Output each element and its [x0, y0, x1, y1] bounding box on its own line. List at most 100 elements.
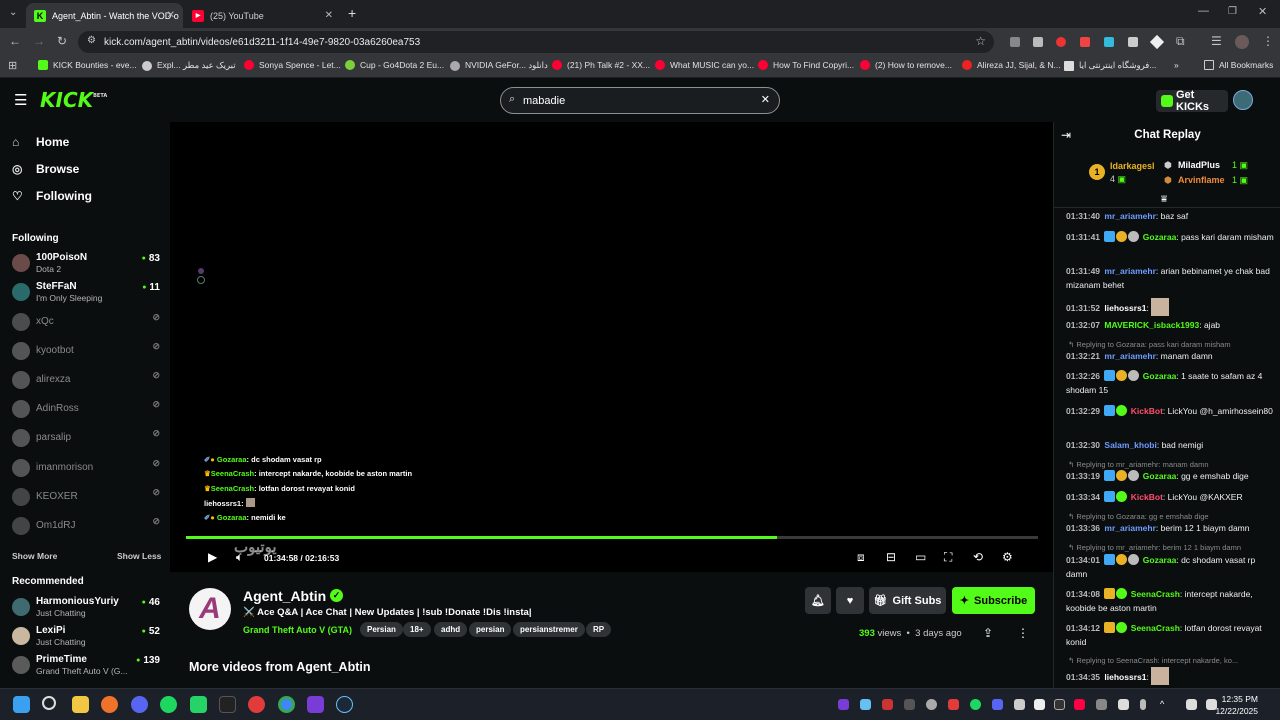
- subscribe-button[interactable]: ✦ Subscribe: [952, 587, 1035, 614]
- category-link[interactable]: Grand Theft Auto V (GTA): [243, 625, 352, 635]
- bookmark-item[interactable]: (21) Ph Talk #2 - XX...: [552, 60, 650, 70]
- apps-grid-icon[interactable]: ⊞: [8, 59, 17, 72]
- media-icon[interactable]: ☰: [1211, 34, 1222, 48]
- sidebar-channel[interactable]: kyootbot ⊘: [12, 340, 160, 364]
- tray-icon[interactable]: [992, 699, 1003, 710]
- video-player[interactable]: ✐● Gozaraa: dc shodam vasat rp ♛SeenaCra…: [170, 122, 1053, 572]
- gift-subs-button[interactable]: 🎁︎ Gift Subs: [869, 587, 946, 614]
- channel-name[interactable]: Agent_Abtin: [243, 588, 326, 604]
- new-tab-button[interactable]: +: [348, 5, 356, 21]
- tray-icon[interactable]: [860, 699, 871, 710]
- notification-bell-button[interactable]: 🔔︎: [805, 587, 831, 614]
- extension-icon[interactable]: [1128, 37, 1138, 47]
- sidebar-channel[interactable]: LexiPi Just Chatting 52: [12, 625, 160, 649]
- tray-icon[interactable]: [1096, 699, 1107, 710]
- clear-search-icon[interactable]: ✕: [761, 93, 770, 106]
- sidebar-channel[interactable]: xQc ⊘: [12, 311, 160, 335]
- sidebar-channel[interactable]: parsalip ⊘: [12, 427, 160, 451]
- file-explorer-icon[interactable]: [72, 696, 89, 713]
- follow-heart-button[interactable]: ♥: [836, 587, 864, 614]
- user-avatar[interactable]: [1233, 90, 1253, 110]
- windows-start-icon[interactable]: [13, 696, 30, 713]
- bookmark-item[interactable]: Cup - Go4Dota 2 Eu...: [345, 60, 444, 70]
- tray-icon[interactable]: [1034, 699, 1045, 710]
- tray-icon[interactable]: [1074, 699, 1085, 710]
- show-less-button[interactable]: Show Less: [117, 551, 161, 561]
- spotify-icon[interactable]: [160, 696, 177, 713]
- wifi-icon[interactable]: [1186, 699, 1197, 710]
- sidebar-channel[interactable]: Om1dRJ ⊘: [12, 515, 160, 539]
- expand-leaderboard-icon[interactable]: ⩸: [1161, 194, 1167, 205]
- browser-tab-kick[interactable]: K Agent_Abtin - Watch the VOD o ✕: [26, 3, 183, 28]
- tray-icon[interactable]: [926, 699, 937, 710]
- nav-browse[interactable]: ◎ Browse: [12, 162, 79, 176]
- mic-icon[interactable]: [1140, 699, 1146, 710]
- search-input[interactable]: ⌕ mabadie ✕: [500, 87, 780, 114]
- app-icon[interactable]: [307, 696, 324, 713]
- system-clock[interactable]: 12:35 PM 12/22/2025: [1215, 693, 1258, 717]
- get-kicks-button[interactable]: Get KICKs: [1156, 89, 1228, 113]
- tray-icon[interactable]: [838, 699, 849, 710]
- extension-icon[interactable]: [1056, 37, 1066, 47]
- chevron-up-icon[interactable]: ^: [1160, 699, 1171, 710]
- sidebar-channel[interactable]: PrimeTime Grand Theft Auto V (G... 139: [12, 654, 160, 678]
- steam-icon[interactable]: [336, 696, 353, 713]
- leader-name[interactable]: Idarkagesl: [1110, 161, 1155, 171]
- tray-icon[interactable]: [970, 699, 981, 710]
- all-bookmarks[interactable]: All Bookmarks: [1204, 60, 1273, 70]
- close-tab-icon[interactable]: ✕: [325, 10, 333, 21]
- address-bar[interactable]: ⚙ kick.com/agent_abtin/videos/e61d3211-1…: [78, 31, 994, 53]
- picture-in-picture-icon[interactable]: ⧈: [857, 550, 865, 565]
- tray-icon[interactable]: [1054, 699, 1065, 710]
- bookmark-star-icon[interactable]: ☆: [975, 34, 986, 48]
- sidebar-channel[interactable]: 100PoisoN Dota 2 83: [12, 252, 160, 276]
- bookmark-item[interactable]: فروشگاه اینترنتی ایا...: [1064, 60, 1156, 71]
- bookmark-item[interactable]: How To Find Copyri...: [758, 60, 854, 70]
- tab-search-icon[interactable]: ⌄: [9, 7, 17, 18]
- more-options-icon[interactable]: ⋮: [1017, 626, 1029, 640]
- back-arrow-icon[interactable]: ←: [9, 34, 21, 48]
- extension-icon[interactable]: [1104, 37, 1114, 47]
- tray-icon[interactable]: [948, 699, 959, 710]
- tray-icon[interactable]: [1014, 699, 1025, 710]
- tray-icon[interactable]: [1118, 699, 1129, 710]
- extension-icon[interactable]: [1033, 37, 1043, 47]
- tag-chip[interactable]: Persian: [360, 622, 403, 637]
- close-tab-icon[interactable]: ✕: [167, 10, 175, 21]
- discord-icon[interactable]: [131, 696, 148, 713]
- bookmark-item[interactable]: NVIDIA GeFor... دانلود: [450, 60, 548, 71]
- bookmark-item[interactable]: KICK Bounties - eve...: [38, 60, 137, 70]
- extension-icon[interactable]: [1080, 37, 1090, 47]
- sidebar-channel[interactable]: imanmorison ⊘: [12, 457, 160, 481]
- whatsapp-icon[interactable]: [190, 696, 207, 713]
- reload-icon[interactable]: ↻: [57, 34, 67, 48]
- hamburger-menu-icon[interactable]: ☰: [14, 91, 27, 109]
- restore-window-icon[interactable]: ❐: [1228, 6, 1237, 17]
- menu-kebab-icon[interactable]: ⋮: [1262, 34, 1274, 48]
- speed-icon[interactable]: ⟲: [973, 550, 983, 564]
- site-info-icon[interactable]: ⚙: [87, 35, 96, 46]
- sidebar-channel[interactable]: SteFFaN I'm Only Sleeping 11: [12, 281, 160, 305]
- tag-chip[interactable]: 18+: [403, 622, 431, 637]
- tag-chip[interactable]: persianstremer: [513, 622, 585, 637]
- sidebar-channel[interactable]: KEOXER ⊘: [12, 486, 160, 510]
- tag-chip[interactable]: adhd: [434, 622, 468, 637]
- close-window-icon[interactable]: ✕: [1258, 5, 1267, 18]
- tray-icon[interactable]: [882, 699, 893, 710]
- firefox-icon[interactable]: [101, 696, 118, 713]
- nav-home[interactable]: ⌂ Home: [12, 135, 69, 149]
- bookmark-item[interactable]: (2) How to remove...: [860, 60, 952, 70]
- bookmark-item[interactable]: Expl... تبریک عید مطر: [142, 60, 236, 71]
- profile-avatar[interactable]: [1235, 35, 1249, 49]
- tray-icon[interactable]: [904, 699, 915, 710]
- channel-avatar[interactable]: A: [189, 588, 231, 630]
- clip-icon[interactable]: ▭: [915, 550, 926, 564]
- settings-gear-icon[interactable]: ⚙: [1002, 550, 1013, 564]
- app-icon[interactable]: [248, 696, 265, 713]
- extension-icon[interactable]: [1149, 34, 1165, 50]
- sidebar-channel[interactable]: AdinRoss ⊘: [12, 398, 160, 422]
- app-icon[interactable]: [219, 696, 236, 713]
- minimize-window-icon[interactable]: —: [1198, 5, 1209, 17]
- puzzle-icon[interactable]: ⧉: [1176, 34, 1185, 49]
- show-more-button[interactable]: Show More: [12, 551, 57, 561]
